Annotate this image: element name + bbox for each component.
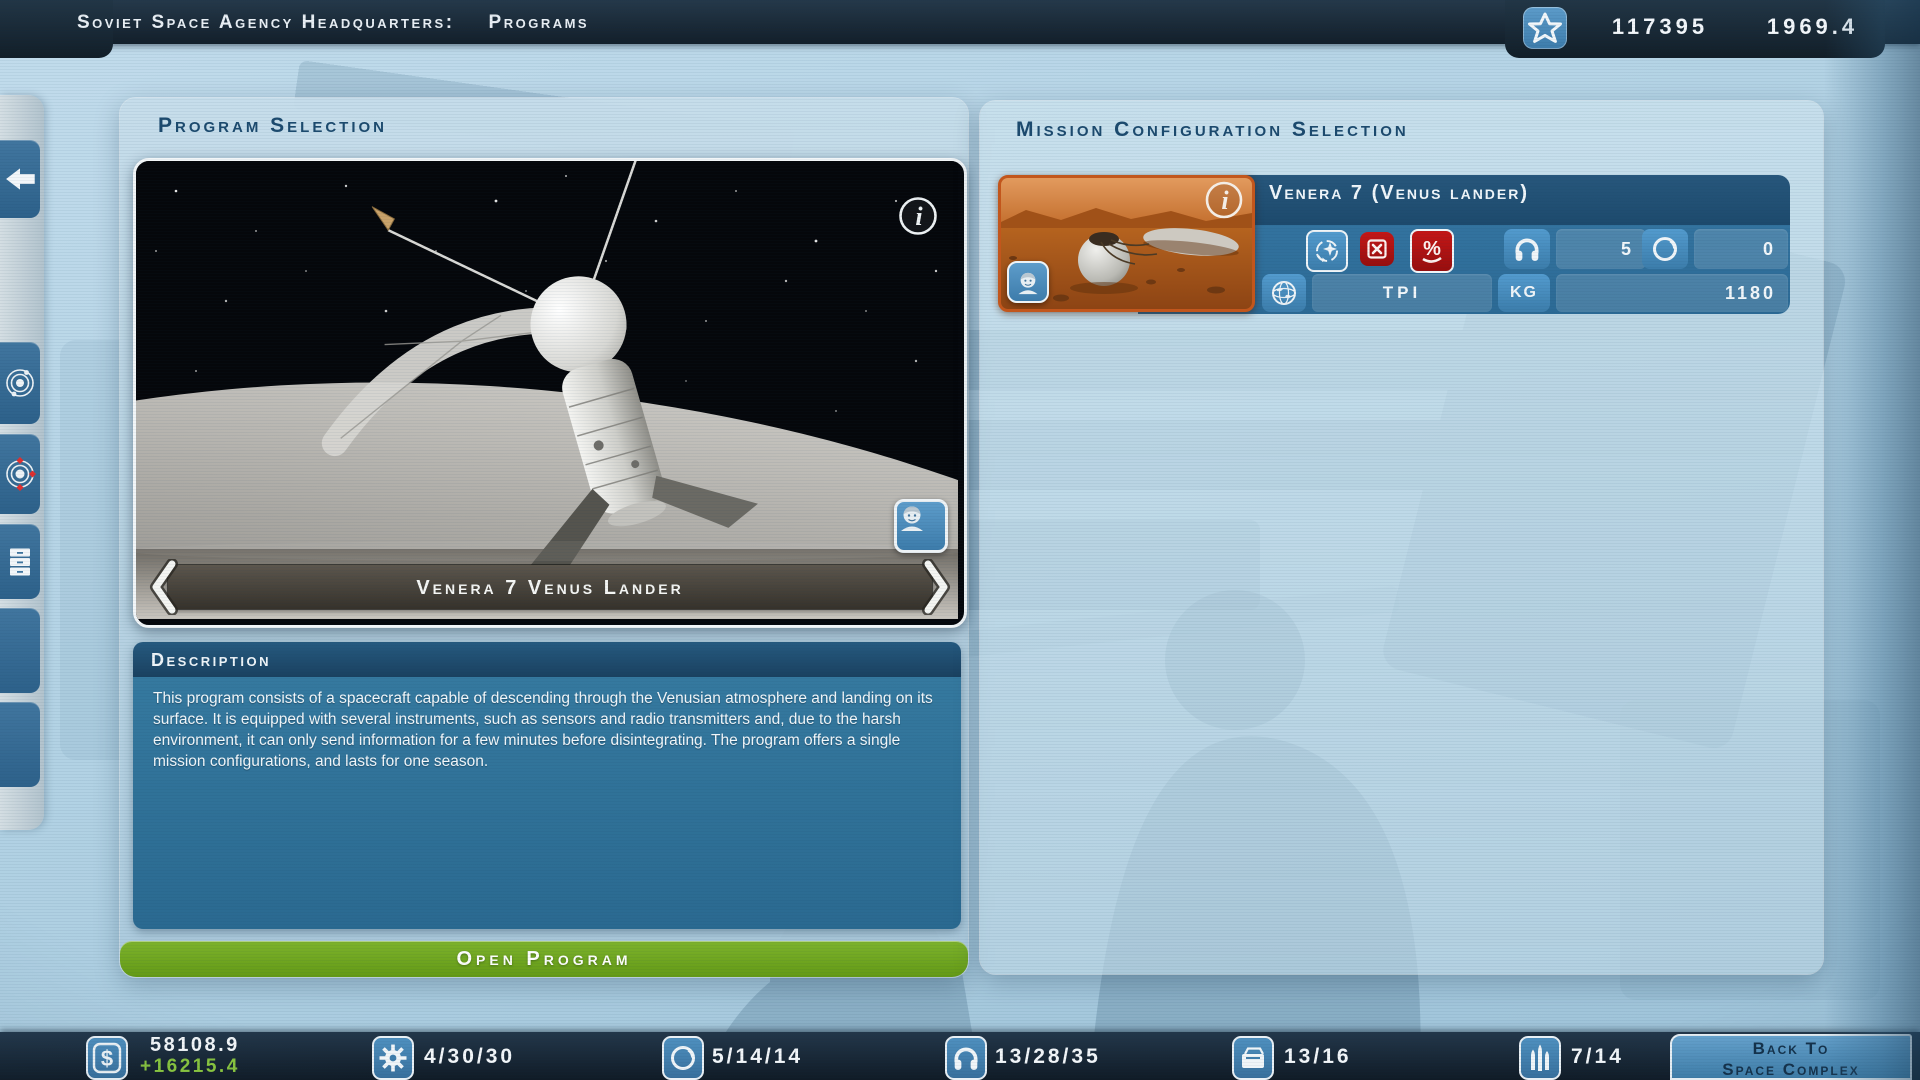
cosmonaut-face-icon [1015,269,1041,295]
sidebar-item-orbits[interactable] [0,342,40,424]
cosmonaut-face-icon [897,502,927,532]
mission-crew-tile [1642,229,1688,269]
forbidden-icon [1365,237,1389,261]
back-button-line1: Back To [1672,1038,1910,1059]
program-selection-header: Program Selection [158,114,387,138]
mission-type-field: TPI [1312,274,1492,312]
prestige-value: 117395 [1585,0,1735,58]
game-screen: Soviet Space Agency Headquarters: Program… [0,0,1920,1080]
status-bar: $ 58108.9 +16215.4 4/30/30 [0,1032,1920,1080]
mass-value-field: 1180 [1556,274,1788,312]
description-header: Description [133,642,961,677]
carousel-next-button[interactable] [918,559,952,615]
funds-tile: $ [86,1036,128,1080]
program-carousel-label: Venera 7 Venus Lander [168,565,932,609]
prestige-badge [1523,7,1567,49]
percent-icon: % [1417,236,1447,266]
orbit-icon [3,366,37,400]
globe-icon [1269,278,1299,308]
info-icon: i [1204,180,1244,220]
sidebar-item-5[interactable] [0,608,40,693]
info-icon: i [898,196,938,236]
page-title-section: Programs [489,12,590,33]
headphones-icon [1513,236,1541,262]
rockets-icon [1527,1044,1553,1072]
intercept-icon [1313,237,1341,265]
program-image-viewer: i Venera 7 Venus Lander [133,158,967,628]
rockets-count: 7/14 [1571,1032,1624,1080]
description-panel: Description This program consists of a s… [133,642,961,929]
mission-control-count: 13/28/35 [995,1032,1101,1080]
scientists-count: 4/30/30 [424,1032,515,1080]
top-bar-right-tab: 117395 1969.4 [1505,0,1885,58]
astronauts-tile [662,1036,704,1080]
mission-crew-badge [1007,261,1049,303]
open-program-button[interactable]: Open Program [120,941,968,977]
folder-icon [1239,1045,1267,1071]
mission-forbidden-badge [1360,232,1394,266]
svg-text:i: i [915,202,923,231]
back-button[interactable] [0,140,40,218]
sidebar-item-orbits-alert[interactable] [0,434,40,514]
svg-text:$: $ [101,1046,113,1071]
page-title-location: Soviet Space Agency Headquarters: [77,12,455,33]
sidebar-rail [0,95,44,830]
mission-control-value: 5 [1556,229,1646,269]
program-selection-panel: Program Selection [120,98,968,977]
mission-percent-badge: % [1410,229,1454,273]
orbit-alert-icon [3,457,37,491]
mission-thumbnail: i [998,175,1255,312]
mission-card-title: Venera 7 (Venus lander) [1269,182,1529,205]
helmet-icon [669,1044,697,1072]
sidebar-item-archive[interactable] [0,524,40,599]
mission-configuration-panel: Mission Configuration Selection Venera 7… [980,101,1823,974]
back-to-space-complex-button[interactable]: Back To Space Complex [1670,1034,1912,1080]
back-button-line2: Space Complex [1672,1059,1910,1080]
star-icon [1523,7,1567,49]
funds-readout: 58108.9 +16215.4 [140,1034,240,1078]
mission-card[interactable]: Venera 7 (Venus lander) [998,175,1790,314]
gear-icon [379,1044,407,1072]
rockets-tile [1519,1036,1561,1080]
facilities-tile [1232,1036,1274,1080]
svg-text:i: i [1221,186,1229,215]
mission-intercept-badge [1306,230,1348,272]
program-crew-badge[interactable] [894,499,948,553]
mission-control-tile [1504,229,1550,269]
svg-text:%: % [1423,238,1441,260]
headphones-icon [952,1045,980,1071]
chevron-right-icon [918,559,952,615]
background-edge-shade [1824,0,1920,1080]
description-text: This program consists of a spacecraft ca… [133,677,961,929]
mission-crew-value: 0 [1694,229,1788,269]
scientists-tile [372,1036,414,1080]
facilities-count: 13/16 [1284,1032,1352,1080]
mission-configuration-header: Mission Configuration Selection [1016,118,1409,142]
mission-info-button[interactable]: i [1204,180,1244,220]
chevron-left-icon [148,559,182,615]
sidebar-item-6[interactable] [0,702,40,787]
astronauts-count: 5/14/14 [712,1032,803,1080]
program-info-button[interactable]: i [898,196,938,236]
program-image [136,161,958,619]
mission-target-tile [1262,274,1306,312]
archive-icon [7,547,33,577]
dollar-icon: $ [92,1042,122,1074]
helmet-icon [1651,235,1679,263]
back-arrow-icon [2,164,38,194]
funds-value: 58108.9 [150,1034,240,1056]
page-title: Soviet Space Agency Headquarters: Program… [77,0,589,44]
game-date: 1969.4 [1750,0,1875,58]
mission-control-tile-bar [945,1036,987,1080]
mass-unit-tile: KG [1498,274,1550,312]
funds-change: +16215.4 [140,1056,240,1078]
carousel-prev-button[interactable] [148,559,182,615]
